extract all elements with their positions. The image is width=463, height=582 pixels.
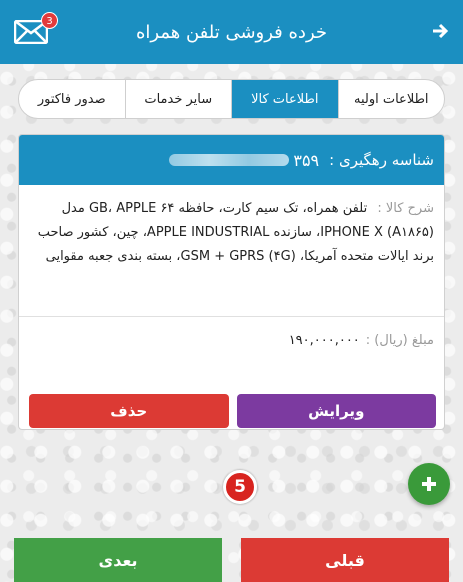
description-label: شرح کالا : <box>377 201 434 216</box>
description-block: شرح کالا : تلفن همراه، تک سیم کارت، حافظ… <box>19 185 444 317</box>
tab-invoice[interactable]: صدور فاکتور <box>19 80 125 118</box>
price-label: مبلغ (ریال) : <box>365 332 434 348</box>
app-header: 3 خرده فروشی تلفن همراه <box>0 0 463 64</box>
add-item-button[interactable] <box>408 463 450 505</box>
mail-button[interactable]: 3 <box>14 12 58 48</box>
tracking-value: ۳۵۹ <box>293 150 320 170</box>
tab-basic-info[interactable]: اطلاعات اولیه <box>337 80 445 118</box>
arrow-right-icon[interactable] <box>431 22 449 40</box>
mail-badge: 3 <box>41 12 58 29</box>
previous-button[interactable]: قبلی <box>241 538 449 582</box>
price-value: ۱۹۰,۰۰۰,۰۰۰ <box>288 332 360 348</box>
next-button[interactable]: بعدی <box>14 538 222 582</box>
plus-icon <box>422 477 436 491</box>
page-title: خرده فروشی تلفن همراه <box>135 21 328 43</box>
tracking-header: شناسه رهگیری : ۳۵۹ <box>19 135 444 185</box>
step-badge: 5 <box>223 470 257 504</box>
delete-button[interactable]: حذف <box>29 394 229 428</box>
edit-button[interactable]: ویرایش <box>236 394 436 428</box>
price-row: مبلغ (ریال) : ۱۹۰,۰۰۰,۰۰۰ <box>19 317 444 363</box>
tab-product-info[interactable]: اطلاعات کالا <box>231 80 338 118</box>
tracking-redacted <box>169 154 290 166</box>
tab-other-services[interactable]: سایر خدمات <box>124 80 232 118</box>
tab-bar: اطلاعات اولیه اطلاعات کالا سایر خدمات صد… <box>18 79 445 119</box>
tracking-label: شناسه رهگیری : <box>329 151 434 169</box>
product-card: شناسه رهگیری : ۳۵۹ شرح کالا : تلفن همراه… <box>18 134 445 430</box>
description-text: تلفن همراه، تک سیم کارت، حافظه ۶۴ GB، AP… <box>37 201 434 264</box>
card-actions: حذف ویرایش <box>29 394 436 428</box>
